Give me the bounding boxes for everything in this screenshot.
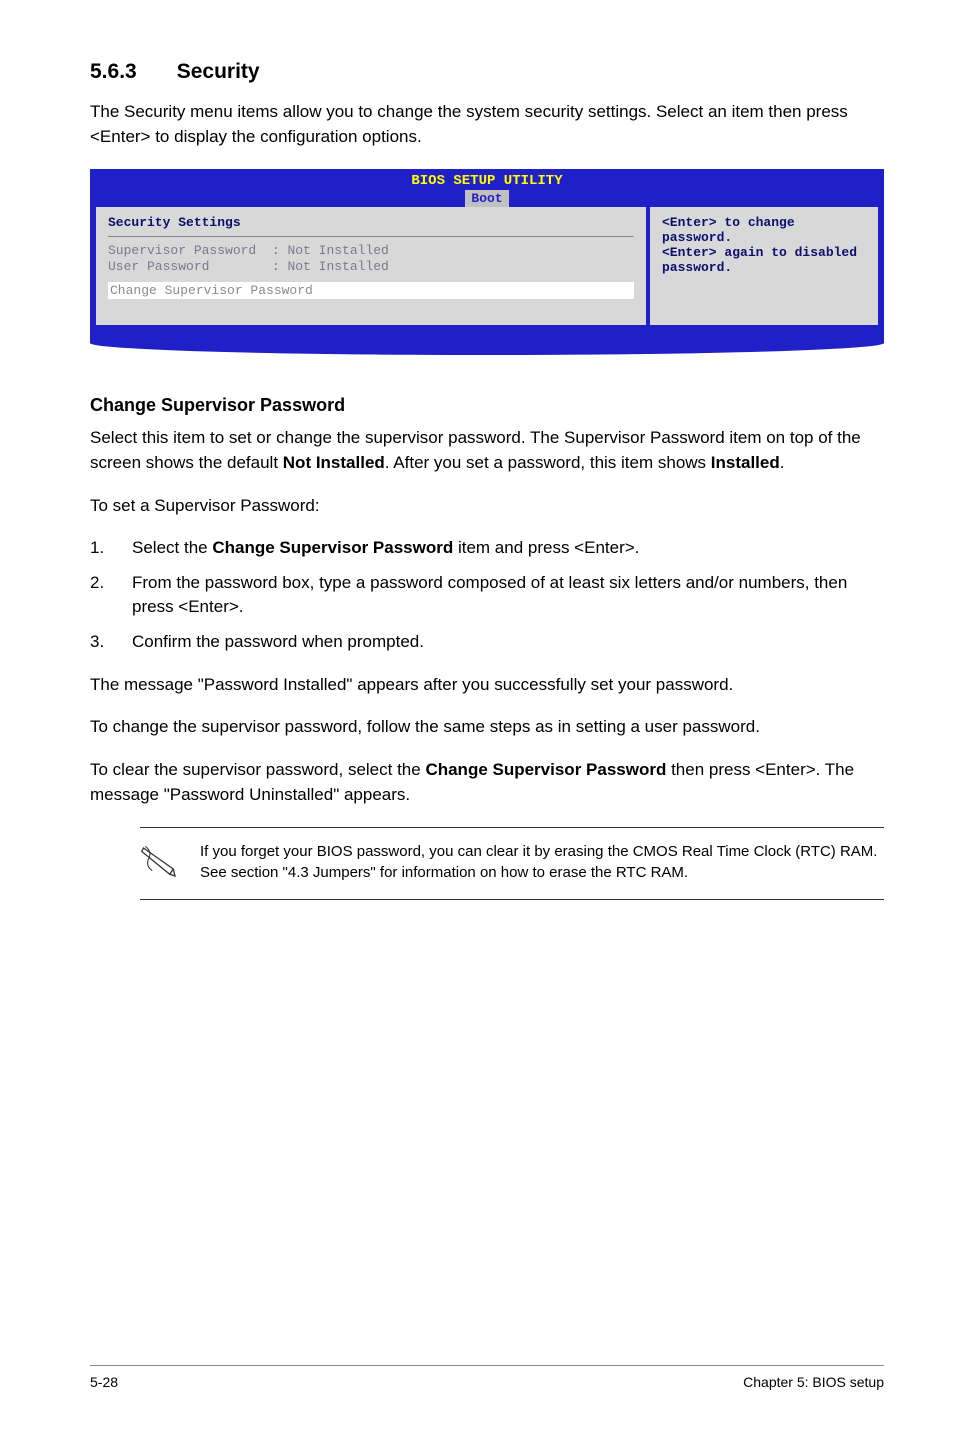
bios-title: BIOS SETUP UTILITY — [90, 173, 884, 189]
paragraph-3: The message "Password Installed" appears… — [90, 673, 884, 698]
step-number: 1. — [90, 536, 132, 561]
step1-text-b: item and press <Enter>. — [453, 538, 639, 557]
bios-right-pane: <Enter> to change password. <Enter> agai… — [650, 207, 878, 325]
bios-supervisor-value: : Not Installed — [272, 243, 389, 258]
bios-user-row: User Password : Not Installed — [108, 259, 634, 274]
subsection-heading: Change Supervisor Password — [90, 395, 884, 416]
bios-screenshot: BIOS SETUP UTILITY Boot Security Setting… — [90, 169, 884, 355]
p5-text-a: To clear the supervisor password, select… — [90, 760, 425, 779]
note-box: If you forget your BIOS password, you ca… — [140, 827, 884, 900]
bios-user-label: User Password — [108, 259, 209, 274]
bios-supervisor-row: Supervisor Password : Not Installed — [108, 243, 634, 258]
bios-supervisor-label: Supervisor Password — [108, 243, 256, 258]
note-text: If you forget your BIOS password, you ca… — [200, 842, 884, 883]
bios-user-value: : Not Installed — [272, 259, 389, 274]
step-number: 3. — [90, 630, 132, 655]
paragraph-2: To set a Supervisor Password: — [90, 494, 884, 519]
bios-tab-boot: Boot — [465, 190, 508, 207]
step-content: Confirm the password when prompted. — [132, 630, 884, 655]
step-content: Select the Change Supervisor Password it… — [132, 536, 884, 561]
section-number: 5.6.3 — [90, 60, 137, 84]
p5-bold: Change Supervisor Password — [425, 760, 666, 779]
p1-text-b: . After you set a password, this item sh… — [385, 453, 711, 472]
paragraph-4: To change the supervisor password, follo… — [90, 715, 884, 740]
bios-selected-item: Change Supervisor Password — [108, 282, 634, 299]
p1-bold-1: Not Installed — [283, 453, 385, 472]
page-number: 5-28 — [90, 1374, 118, 1390]
intro-paragraph: The Security menu items allow you to cha… — [90, 100, 884, 149]
step-content: From the password box, type a password c… — [132, 571, 884, 620]
p1-bold-2: Installed — [711, 453, 780, 472]
paragraph-5: To clear the supervisor password, select… — [90, 758, 884, 807]
bios-help-line1: <Enter> to change password. — [662, 215, 866, 245]
step1-bold: Change Supervisor Password — [212, 538, 453, 557]
bios-left-pane: Security Settings Supervisor Password : … — [96, 207, 646, 325]
page-footer: 5-28 Chapter 5: BIOS setup — [90, 1365, 884, 1390]
paragraph-1: Select this item to set or change the su… — [90, 426, 884, 475]
bios-body: Security Settings Supervisor Password : … — [90, 207, 884, 355]
list-item: 2. From the password box, type a passwor… — [90, 571, 884, 620]
step-number: 2. — [90, 571, 132, 620]
p1-text-c: . — [780, 453, 785, 472]
list-item: 3. Confirm the password when prompted. — [90, 630, 884, 655]
list-item: 1. Select the Change Supervisor Password… — [90, 536, 884, 561]
bios-header: BIOS SETUP UTILITY Boot — [90, 169, 884, 207]
step1-text-a: Select the — [132, 538, 212, 557]
bios-help-line2: <Enter> again to disabled password. — [662, 245, 866, 275]
steps-list: 1. Select the Change Supervisor Password… — [90, 536, 884, 655]
pencil-icon — [140, 842, 200, 885]
section-heading: 5.6.3 Security — [90, 60, 884, 84]
section-title: Security — [177, 60, 260, 83]
chapter-label: Chapter 5: BIOS setup — [743, 1374, 884, 1390]
bios-section-title: Security Settings — [108, 215, 634, 237]
